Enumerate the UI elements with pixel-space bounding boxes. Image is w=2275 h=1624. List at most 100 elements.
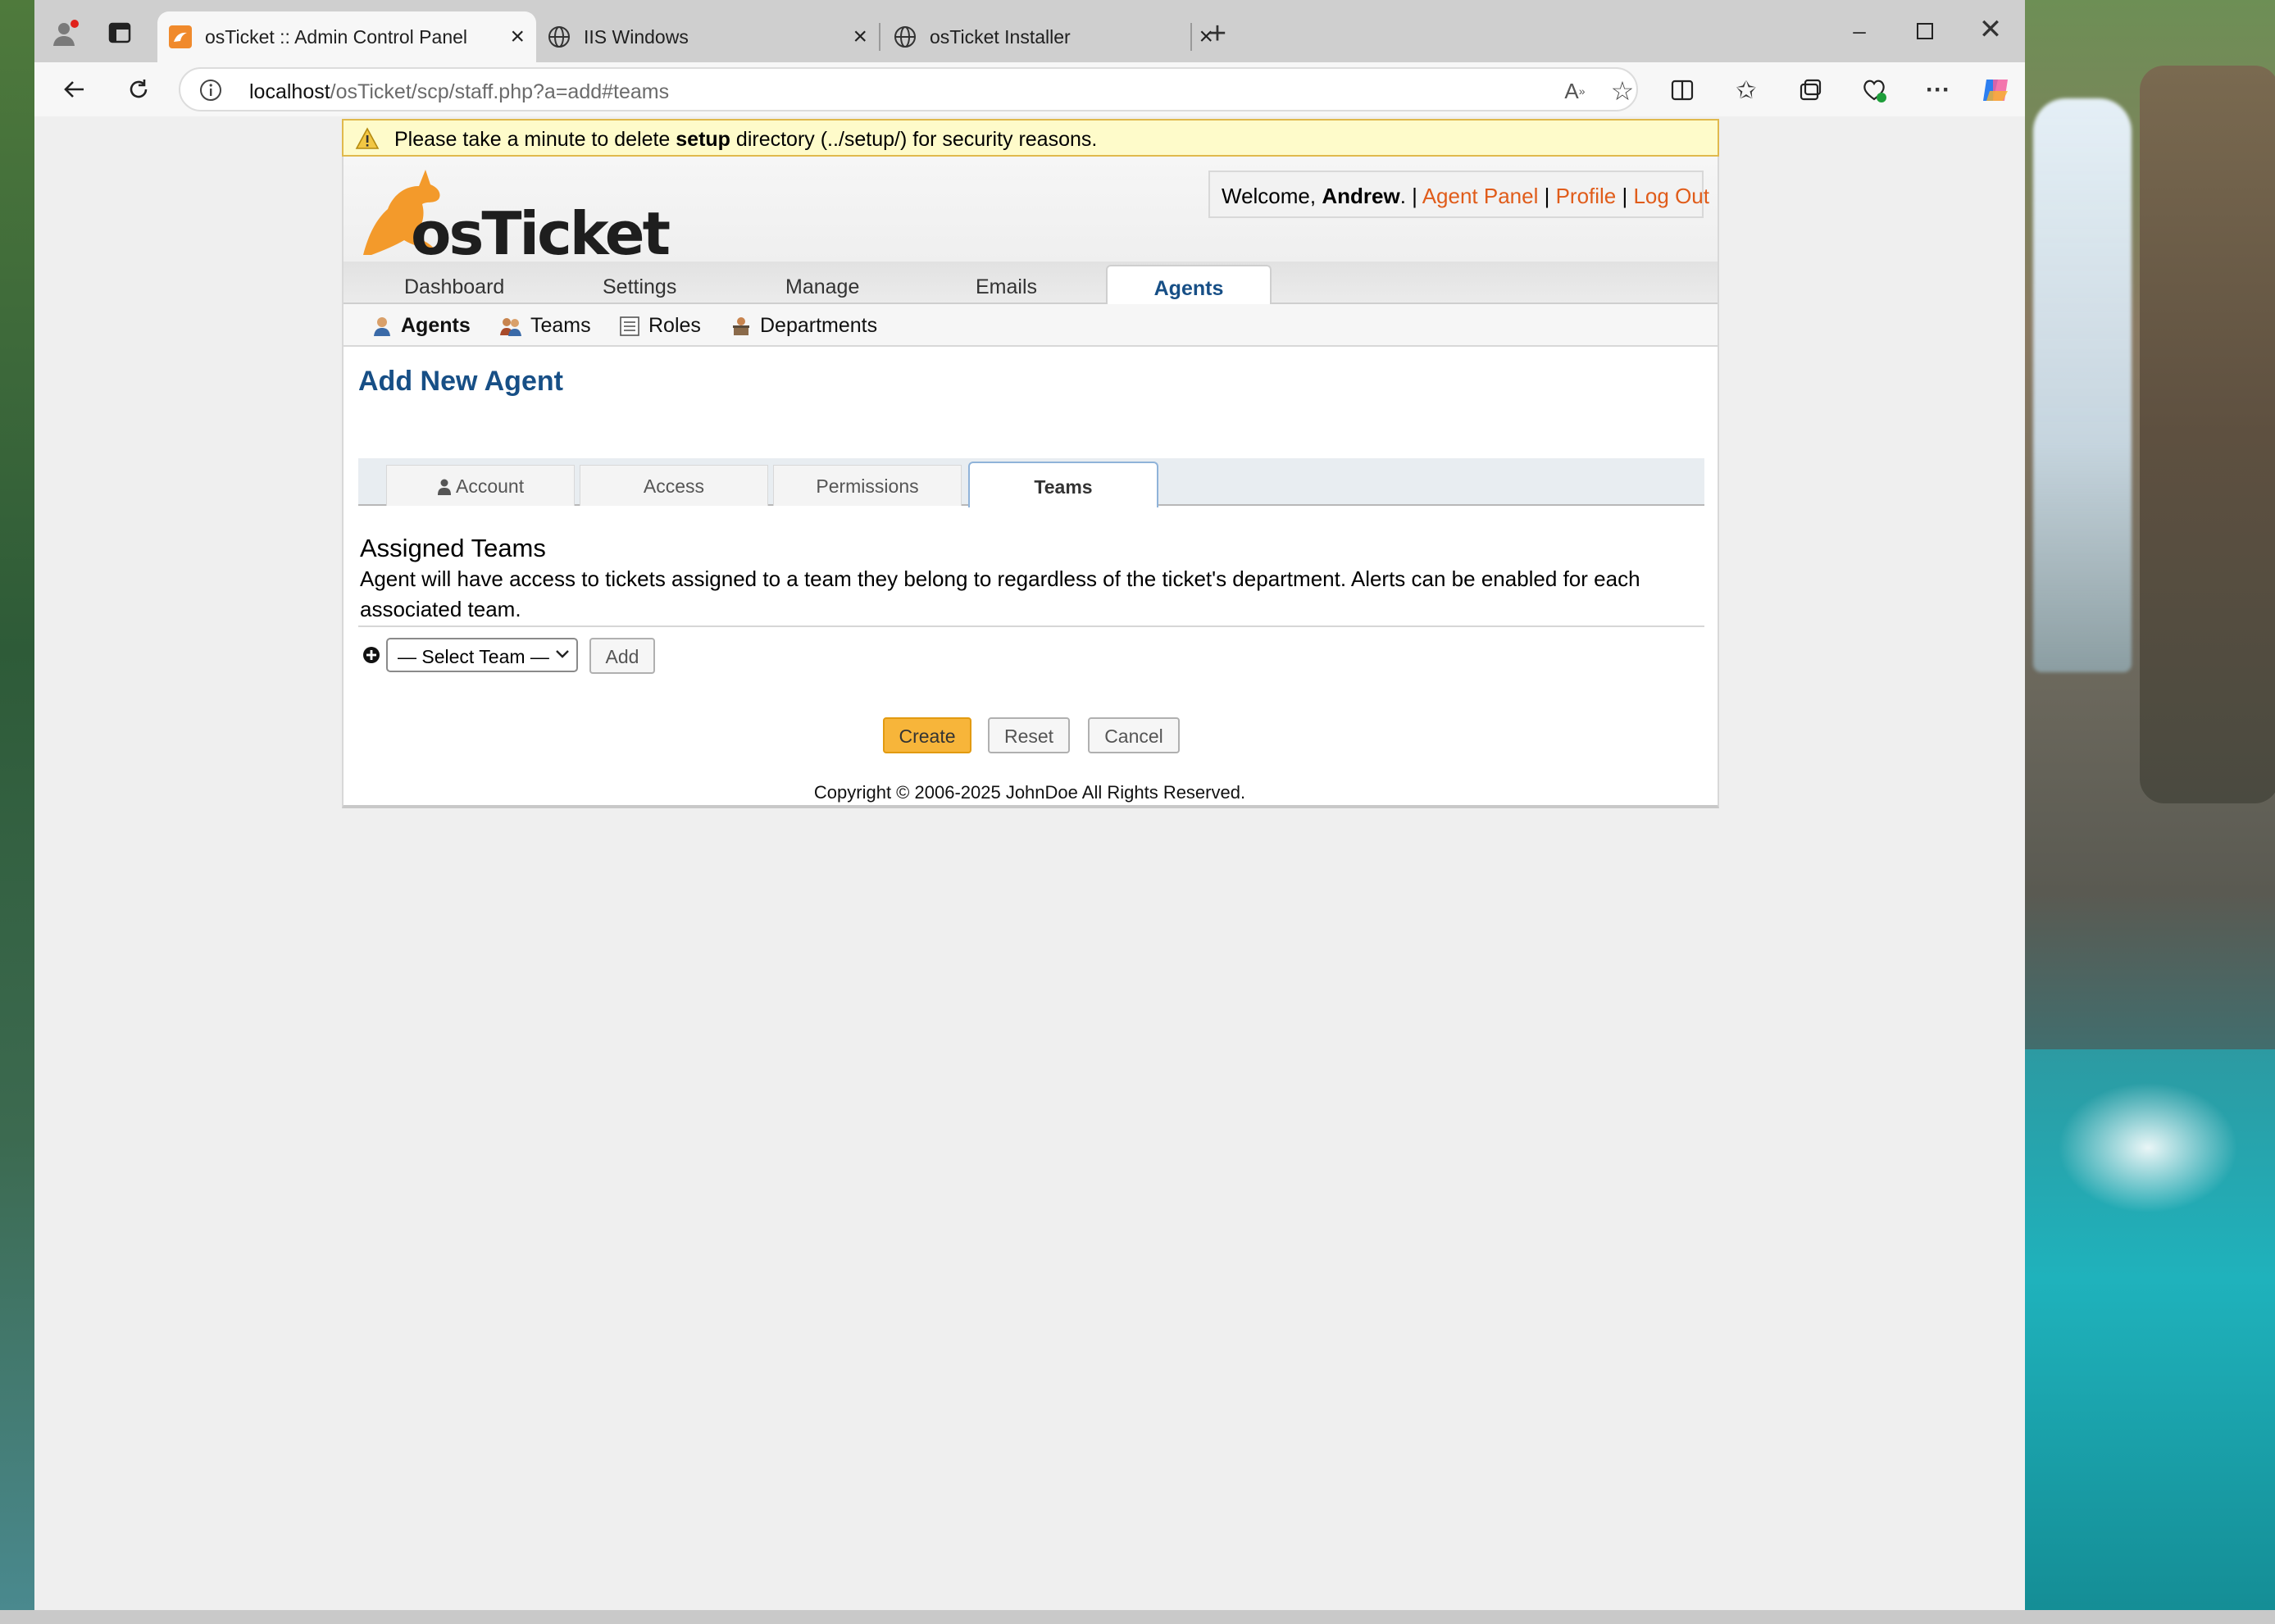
user-name: Andrew bbox=[1322, 184, 1400, 208]
favorites-icon[interactable]: ✩ bbox=[1730, 74, 1763, 107]
warning-suffix: directory (../setup/) for security reaso… bbox=[730, 128, 1098, 151]
subnav-label: Agents bbox=[401, 314, 471, 337]
nav-emails[interactable]: Emails bbox=[976, 275, 1037, 299]
subnav-label: Departments bbox=[760, 314, 878, 337]
new-tab-icon[interactable]: + bbox=[1202, 16, 1233, 51]
tab-actions-icon[interactable] bbox=[105, 18, 134, 48]
close-window-icon[interactable]: ✕ bbox=[1974, 13, 2007, 46]
chevron-down-icon bbox=[553, 644, 571, 667]
subnav-roles[interactable]: Roles bbox=[619, 314, 701, 338]
address-bar: localhost/osTicket/scp/staff.php?a=add#t… bbox=[34, 62, 2025, 116]
nav-manage[interactable]: Manage bbox=[785, 275, 859, 299]
warning-text: Please take a minute to delete setup dir… bbox=[394, 128, 1097, 152]
logo-wordmark: osTicket bbox=[411, 199, 671, 268]
warning-prefix: Please take a minute to delete bbox=[394, 128, 676, 151]
tab-access[interactable]: Access bbox=[580, 465, 768, 506]
url-path: /osTicket/scp/staff.php?a=add#teams bbox=[330, 80, 670, 103]
teams-icon bbox=[500, 317, 521, 336]
site-header: osTicket Welcome, Andrew. | Agent Panel … bbox=[344, 157, 1718, 268]
wallpaper-foam bbox=[2058, 1082, 2238, 1213]
osticket-favicon-icon bbox=[169, 25, 192, 48]
more-options-icon[interactable]: ··· bbox=[1922, 74, 1954, 107]
tab-title: osTicket Installer bbox=[930, 26, 1071, 48]
section-description: Agent will have access to tickets assign… bbox=[360, 566, 1640, 621]
logout-link[interactable]: Log Out bbox=[1633, 184, 1709, 208]
site-info-icon[interactable] bbox=[198, 78, 223, 102]
split-screen-icon[interactable] bbox=[1666, 74, 1699, 107]
page-viewport: Please take a minute to delete setup dir… bbox=[34, 116, 2025, 1610]
welcome-prefix: Welcome, bbox=[1222, 184, 1322, 208]
subnav-label: Teams bbox=[530, 314, 591, 337]
close-tab-icon[interactable]: × bbox=[510, 25, 525, 49]
minimize-icon[interactable]: – bbox=[1843, 16, 1876, 46]
browser-window: osTicket :: Admin Control Panel × IIS Wi… bbox=[34, 0, 2025, 1624]
wallpaper-rock bbox=[2140, 66, 2275, 803]
section-title: Assigned Teams bbox=[360, 534, 546, 562]
subnav-departments[interactable]: Departments bbox=[730, 314, 877, 338]
roles-icon bbox=[620, 316, 639, 336]
nav-settings[interactable]: Settings bbox=[603, 275, 676, 299]
select-team-dropdown[interactable]: — Select Team — bbox=[386, 638, 578, 672]
tab-strip: osTicket :: Admin Control Panel × IIS Wi… bbox=[34, 0, 2025, 62]
add-circle-icon bbox=[362, 645, 381, 665]
page-title: Add New Agent bbox=[358, 366, 563, 397]
back-icon[interactable] bbox=[56, 71, 93, 108]
read-aloud-icon[interactable]: A» bbox=[1561, 77, 1589, 105]
tab-teams[interactable]: Teams bbox=[968, 462, 1158, 507]
departments-icon bbox=[733, 316, 749, 335]
agent-icon bbox=[374, 316, 390, 336]
main-panel: osTicket Welcome, Andrew. | Agent Panel … bbox=[342, 157, 1719, 808]
nav-agents[interactable]: Agents bbox=[1106, 265, 1272, 306]
globe-icon bbox=[548, 25, 571, 48]
tab-separator bbox=[879, 23, 880, 51]
tab-permissions[interactable]: Permissions bbox=[773, 465, 962, 506]
tab-label: Access bbox=[643, 475, 705, 497]
browser-tab-installer[interactable]: osTicket Installer × bbox=[882, 11, 1225, 62]
browser-essentials-icon[interactable] bbox=[1858, 74, 1891, 107]
copilot-icon[interactable] bbox=[1977, 72, 2013, 108]
tab-account[interactable]: Account bbox=[386, 465, 575, 506]
separator: | bbox=[1538, 184, 1556, 208]
profile-link[interactable]: Profile bbox=[1556, 184, 1617, 208]
footer-copyright: Copyright © 2006-2025 JohnDoe All Rights… bbox=[813, 782, 1246, 803]
user-icon bbox=[437, 479, 451, 495]
tab-separator bbox=[1190, 23, 1192, 51]
tab-label: Teams bbox=[1034, 476, 1093, 498]
agent-panel-link[interactable]: Agent Panel bbox=[1422, 184, 1539, 208]
welcome-suffix: . | bbox=[1399, 184, 1422, 208]
reset-button[interactable]: Reset bbox=[988, 717, 1070, 753]
tab-label: Permissions bbox=[816, 475, 919, 497]
cancel-button[interactable]: Cancel bbox=[1088, 717, 1180, 753]
url-text: localhost/osTicket/scp/staff.php?a=add#t… bbox=[249, 80, 669, 104]
globe-icon bbox=[894, 25, 917, 48]
sub-nav: Agents Teams Roles Departments bbox=[344, 304, 1718, 347]
browser-tab-osticket-admin[interactable]: osTicket :: Admin Control Panel × bbox=[157, 11, 536, 62]
setup-warning-banner: Please take a minute to delete setup dir… bbox=[342, 119, 1719, 157]
refresh-icon[interactable] bbox=[120, 71, 157, 108]
warning-bold: setup bbox=[676, 128, 730, 151]
welcome-box: Welcome, Andrew. | Agent Panel | Profile… bbox=[1208, 171, 1709, 218]
section-divider bbox=[358, 625, 1704, 627]
favorite-star-icon[interactable]: ☆ bbox=[1608, 76, 1636, 106]
tab-label: Account bbox=[456, 475, 525, 497]
subnav-teams[interactable]: Teams bbox=[499, 314, 591, 338]
url-field[interactable]: localhost/osTicket/scp/staff.php?a=add#t… bbox=[179, 67, 1638, 111]
desktop-wallpaper-left bbox=[0, 0, 34, 1624]
warning-icon bbox=[355, 127, 380, 150]
main-nav: Dashboard Settings Manage Emails Agents bbox=[344, 262, 1718, 306]
create-button[interactable]: Create bbox=[883, 717, 971, 753]
subnav-agents[interactable]: Agents bbox=[371, 314, 471, 338]
add-team-button[interactable]: Add bbox=[589, 638, 655, 674]
wallpaper-waterfall bbox=[2033, 98, 2132, 672]
browser-tab-iis[interactable]: IIS Windows × bbox=[536, 11, 879, 62]
desktop-wallpaper-right bbox=[2025, 0, 2275, 1624]
profile-icon[interactable] bbox=[49, 16, 82, 49]
collections-icon[interactable] bbox=[1794, 74, 1827, 107]
maximize-icon[interactable] bbox=[1909, 16, 1941, 46]
url-host: localhost bbox=[249, 80, 330, 103]
separator: | bbox=[1616, 184, 1634, 208]
close-tab-icon[interactable]: × bbox=[853, 25, 867, 49]
subnav-label: Roles bbox=[648, 314, 701, 337]
osticket-logo[interactable]: osTicket bbox=[355, 163, 671, 268]
nav-dashboard[interactable]: Dashboard bbox=[404, 275, 504, 299]
